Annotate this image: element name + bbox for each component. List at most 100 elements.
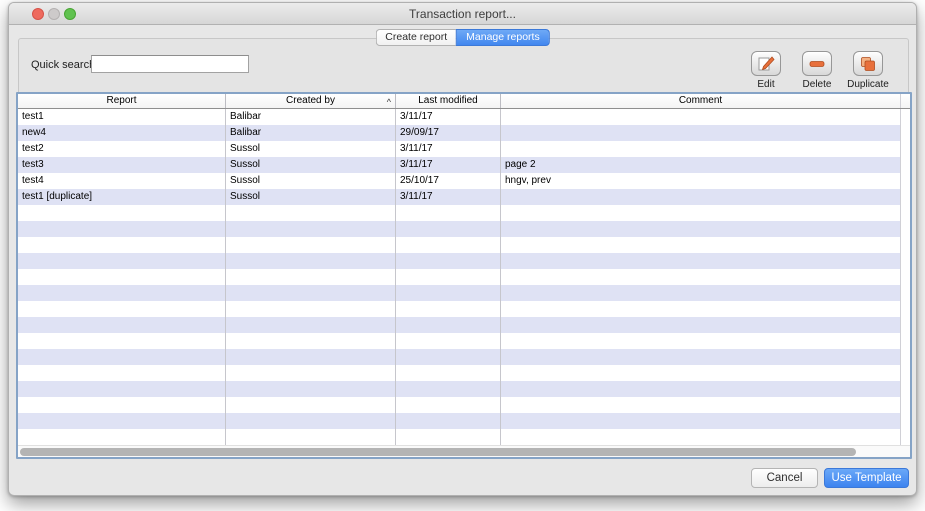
cell-report: [18, 397, 226, 413]
cell-report: test3: [18, 157, 226, 173]
cell-report: [18, 349, 226, 365]
duplicate-button[interactable]: [853, 51, 883, 76]
table-row[interactable]: [18, 301, 910, 317]
table-row[interactable]: [18, 397, 910, 413]
table-body: test1Balibar3/11/17new4Balibar29/09/17te…: [18, 109, 910, 445]
vertical-scrollbar-gutter: [900, 429, 910, 445]
table-row[interactable]: [18, 349, 910, 365]
column-header-comment[interactable]: Comment: [501, 94, 900, 108]
table-row[interactable]: [18, 221, 910, 237]
table-row[interactable]: test2Sussol3/11/17: [18, 141, 910, 157]
table-row[interactable]: [18, 269, 910, 285]
cell-created-by: Sussol: [226, 189, 396, 205]
cell-created-by: [226, 317, 396, 333]
cell-report: new4: [18, 125, 226, 141]
cell-comment: [501, 429, 900, 445]
cell-created-by: [226, 301, 396, 317]
table-row[interactable]: test4Sussol25/10/17hngv, prev: [18, 173, 910, 189]
horizontal-scrollbar-track[interactable]: [18, 445, 910, 457]
tab-manage-reports[interactable]: Manage reports: [456, 29, 550, 46]
cell-report: test1: [18, 109, 226, 125]
table-row[interactable]: new4Balibar29/09/17: [18, 125, 910, 141]
horizontal-scrollbar-thumb[interactable]: [20, 448, 856, 456]
column-header-last-modified[interactable]: Last modified: [396, 94, 501, 108]
edit-tool: Edit: [743, 51, 789, 90]
table-row[interactable]: [18, 381, 910, 397]
cell-last-modified: 3/11/17: [396, 157, 501, 173]
cell-comment: [501, 317, 900, 333]
cell-last-modified: 29/09/17: [396, 125, 501, 141]
cell-last-modified: [396, 205, 501, 221]
table-row[interactable]: test1Balibar3/11/17: [18, 109, 910, 125]
window-title: Transaction report...: [9, 7, 916, 21]
delete-label: Delete: [794, 79, 840, 90]
quick-search-input[interactable]: [91, 55, 249, 73]
title-bar[interactable]: Transaction report...: [9, 3, 916, 25]
cell-last-modified: 3/11/17: [396, 141, 501, 157]
table-row[interactable]: [18, 253, 910, 269]
cell-comment: [501, 269, 900, 285]
vertical-scrollbar-gutter: [900, 349, 910, 365]
cell-comment: [501, 333, 900, 349]
transaction-report-window: Transaction report... Create report Mana…: [8, 2, 917, 496]
vertical-scrollbar-gutter: [900, 109, 910, 125]
cell-created-by: [226, 205, 396, 221]
cell-comment: [501, 397, 900, 413]
cell-report: test2: [18, 141, 226, 157]
table-row[interactable]: [18, 413, 910, 429]
table-row[interactable]: [18, 237, 910, 253]
table-row[interactable]: [18, 205, 910, 221]
delete-tool: Delete: [794, 51, 840, 90]
duplicate-copy-icon: [858, 55, 878, 73]
cell-created-by: [226, 349, 396, 365]
table-row[interactable]: test3Sussol3/11/17page 2: [18, 157, 910, 173]
cell-last-modified: [396, 333, 501, 349]
cell-created-by: [226, 365, 396, 381]
vertical-scrollbar-gutter: [900, 253, 910, 269]
table-row[interactable]: [18, 285, 910, 301]
column-header-report[interactable]: Report: [18, 94, 226, 108]
cell-last-modified: [396, 429, 501, 445]
cell-last-modified: [396, 365, 501, 381]
cell-report: [18, 221, 226, 237]
screenshot-canvas: Transaction report... Create report Mana…: [0, 0, 925, 511]
edit-label: Edit: [743, 79, 789, 90]
table-row[interactable]: [18, 429, 910, 445]
cell-comment: [501, 189, 900, 205]
cell-created-by: [226, 221, 396, 237]
tab-bar: Create report Manage reports: [375, 29, 549, 46]
cell-last-modified: [396, 221, 501, 237]
cell-created-by: Sussol: [226, 141, 396, 157]
vertical-scrollbar-gutter: [900, 317, 910, 333]
delete-minus-icon: [807, 55, 827, 73]
cell-created-by: Sussol: [226, 173, 396, 189]
cell-last-modified: [396, 301, 501, 317]
cell-last-modified: 3/11/17: [396, 189, 501, 205]
column-header-created-by[interactable]: Created by ^: [226, 94, 396, 108]
vertical-scrollbar-gutter: [900, 141, 910, 157]
cell-comment: [501, 253, 900, 269]
vertical-scrollbar-gutter: [900, 381, 910, 397]
sort-ascending-icon: ^: [387, 95, 391, 108]
table-row[interactable]: [18, 317, 910, 333]
vertical-scrollbar-gutter: [900, 205, 910, 221]
use-template-button[interactable]: Use Template: [824, 468, 909, 488]
edit-button[interactable]: [751, 51, 781, 76]
column-header-created-by-label: Created by: [286, 95, 335, 106]
table-row[interactable]: test1 [duplicate]Sussol3/11/17: [18, 189, 910, 205]
header-scrollbar-gutter: [900, 94, 910, 108]
delete-button[interactable]: [802, 51, 832, 76]
cell-report: test4: [18, 173, 226, 189]
cell-report: [18, 381, 226, 397]
table-row[interactable]: [18, 333, 910, 349]
tab-create-report[interactable]: Create report: [375, 29, 456, 46]
vertical-scrollbar-gutter: [900, 365, 910, 381]
cell-comment: [501, 109, 900, 125]
vertical-scrollbar-gutter: [900, 189, 910, 205]
table-row[interactable]: [18, 365, 910, 381]
cell-report: [18, 205, 226, 221]
cancel-button[interactable]: Cancel: [751, 468, 818, 488]
cell-created-by: [226, 429, 396, 445]
cell-report: [18, 429, 226, 445]
cell-comment: page 2: [501, 157, 900, 173]
